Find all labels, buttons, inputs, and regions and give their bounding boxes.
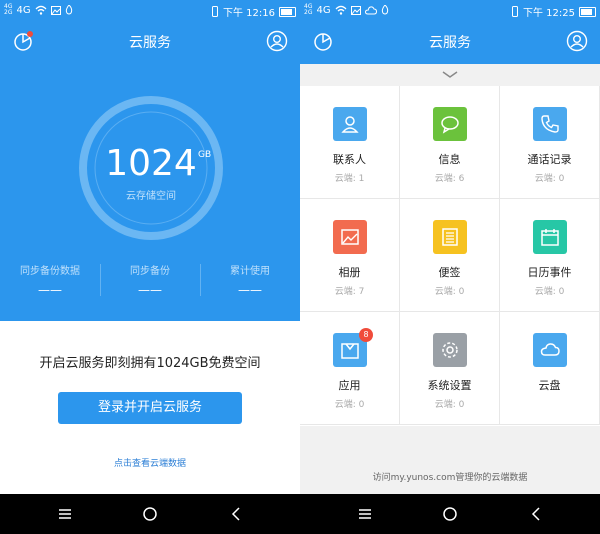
stat-sync-data: 同步备份数据 —— bbox=[0, 262, 100, 297]
signal-2g-label: 2G bbox=[304, 9, 313, 16]
network-label: 4G bbox=[16, 4, 31, 16]
gear-icon bbox=[433, 333, 467, 367]
status-bar: 4G 2G 4G 下午 12:16 bbox=[0, 0, 300, 22]
promo-text: 开启云服务即刻拥有1024GB免费空间 bbox=[39, 356, 261, 371]
system-nav-bar bbox=[300, 494, 600, 534]
manage-data-link[interactable]: 访问my.yunos.com管理你的云端数据 bbox=[300, 470, 600, 483]
battery-icon bbox=[279, 6, 296, 17]
cloud-icon bbox=[533, 333, 567, 367]
network-label: 4G bbox=[316, 4, 331, 16]
grid-item-count: 云端: 0 bbox=[334, 400, 365, 410]
back-icon[interactable] bbox=[526, 504, 546, 524]
grid-item-contacts[interactable]: 联系人 云端: 1 bbox=[300, 86, 400, 199]
grid-item-label: 应用 bbox=[338, 379, 361, 392]
grid-item-count: 云端: 0 bbox=[434, 400, 465, 410]
menu-icon[interactable] bbox=[55, 504, 75, 524]
grid-item-label: 便签 bbox=[438, 266, 461, 279]
stat-label: 同步备份数据 bbox=[20, 266, 80, 277]
page-title: 云服务 bbox=[129, 35, 171, 51]
cloud-data-screen: 4G 2G 4G 下午 12:25 云服务 联系人 云端: 1 信息 云端: 6… bbox=[300, 0, 600, 534]
login-enable-button[interactable]: 登录并开启云服务 bbox=[58, 392, 242, 424]
grid-item-label: 日历事件 bbox=[527, 266, 572, 279]
battery-icon bbox=[579, 6, 596, 17]
stat-total-usage: 累计使用 —— bbox=[200, 262, 300, 297]
grid-item-settings[interactable]: 系统设置 云端: 0 bbox=[400, 312, 500, 425]
data-category-grid: 联系人 云端: 1 信息 云端: 6 通话记录 云端: 0 相册 云端: 7 便… bbox=[300, 86, 600, 426]
phone-icon bbox=[533, 107, 567, 141]
header-panel: 4G 2G 4G 下午 12:16 云服务 1024 GB 云存储空间 同步备份… bbox=[0, 0, 300, 321]
header-panel: 4G 2G 4G 下午 12:25 云服务 bbox=[300, 0, 600, 64]
storage-unit: GB bbox=[198, 150, 212, 160]
grid-item-label: 系统设置 bbox=[427, 379, 472, 392]
stats-row: 同步备份数据 —— 同步备份 —— 累计使用 —— bbox=[0, 262, 300, 302]
stat-label: 累计使用 bbox=[230, 266, 270, 277]
menu-icon[interactable] bbox=[355, 504, 375, 524]
grid-item-count: 云端: 1 bbox=[334, 174, 365, 184]
note-icon bbox=[433, 220, 467, 254]
clock-label: 下午 12:25 bbox=[523, 8, 575, 19]
grid-item-notes[interactable]: 便签 云端: 0 bbox=[400, 199, 500, 312]
back-icon[interactable] bbox=[226, 504, 246, 524]
stat-value: —— bbox=[138, 283, 162, 297]
stat-label: 同步备份 bbox=[130, 266, 170, 277]
grid-item-count: 云端: 0 bbox=[434, 287, 465, 297]
photo-icon bbox=[333, 220, 367, 254]
grid-item-count: 云端: 7 bbox=[334, 287, 365, 297]
view-cloud-data-link[interactable]: 点击查看云端数据 bbox=[0, 456, 300, 469]
grid-item-count: 云端: 0 bbox=[534, 287, 565, 297]
clock-label: 下午 12:16 bbox=[223, 8, 275, 19]
status-bar: 4G 2G 4G 下午 12:25 bbox=[300, 0, 600, 22]
title-bar: 云服务 bbox=[0, 22, 300, 62]
page-title: 云服务 bbox=[429, 35, 471, 51]
grid-item-messages[interactable]: 信息 云端: 6 bbox=[400, 86, 500, 199]
user-profile-icon[interactable] bbox=[266, 30, 288, 52]
flame-icon bbox=[381, 5, 388, 15]
grid-item-apps[interactable]: 8 应用 云端: 0 bbox=[300, 312, 400, 425]
stat-value: —— bbox=[38, 283, 62, 297]
cloud-status-icon bbox=[364, 5, 377, 14]
image-notification-icon bbox=[50, 5, 61, 15]
grid-item-count: 云端: 6 bbox=[434, 174, 465, 184]
grid-item-call-log[interactable]: 通话记录 云端: 0 bbox=[500, 86, 600, 199]
grid-item-label: 信息 bbox=[438, 153, 461, 166]
grid-item-label: 云盘 bbox=[538, 379, 561, 392]
grid-item-count: 云端: 0 bbox=[534, 174, 565, 184]
grid-item-calendar[interactable]: 日历事件 云端: 0 bbox=[500, 199, 600, 312]
storage-label: 云存储空间 bbox=[126, 191, 176, 202]
storage-ring: 1024 GB 云存储空间 bbox=[78, 95, 224, 241]
grid-item-album[interactable]: 相册 云端: 7 bbox=[300, 199, 400, 312]
chevron-down-icon[interactable] bbox=[441, 69, 459, 79]
grid-item-cloud-drive[interactable]: 云盘 bbox=[500, 312, 600, 425]
contacts-icon bbox=[333, 107, 367, 141]
user-profile-icon[interactable] bbox=[566, 30, 588, 52]
app-update-badge: 8 bbox=[359, 328, 373, 342]
home-icon[interactable] bbox=[440, 504, 460, 524]
wifi-icon bbox=[335, 5, 347, 15]
wifi-icon bbox=[35, 5, 47, 15]
stat-sync-backup: 同步备份 —— bbox=[100, 262, 200, 297]
grid-item-label: 联系人 bbox=[333, 153, 366, 166]
grid-item-label: 通话记录 bbox=[527, 153, 572, 166]
signal-2g-label: 2G bbox=[4, 9, 13, 16]
title-bar: 云服务 bbox=[300, 22, 600, 62]
flame-icon bbox=[65, 5, 72, 15]
vibrate-icon bbox=[512, 6, 518, 17]
home-icon[interactable] bbox=[140, 504, 160, 524]
grid-item-label: 相册 bbox=[338, 266, 361, 279]
message-icon bbox=[433, 107, 467, 141]
vibrate-icon bbox=[212, 6, 218, 17]
image-notification-icon bbox=[350, 5, 361, 15]
stat-value: —— bbox=[238, 283, 262, 297]
calendar-icon bbox=[533, 220, 567, 254]
system-nav-bar bbox=[0, 494, 300, 534]
cloud-home-screen: 4G 2G 4G 下午 12:16 云服务 1024 GB 云存储空间 同步备份… bbox=[0, 0, 300, 534]
